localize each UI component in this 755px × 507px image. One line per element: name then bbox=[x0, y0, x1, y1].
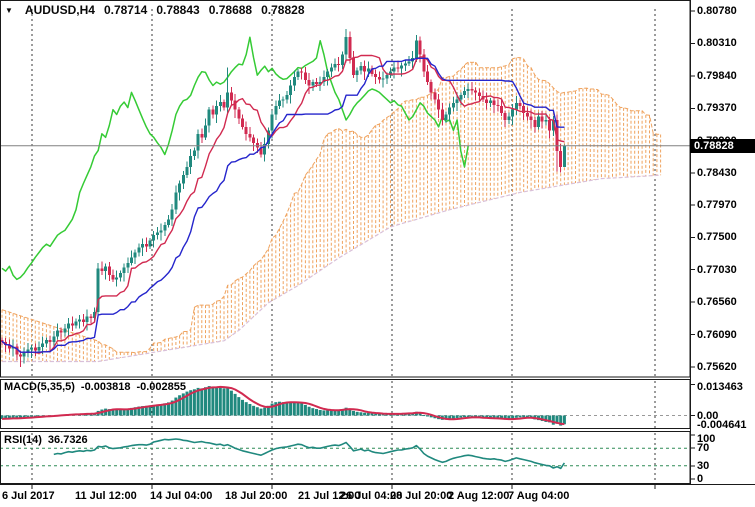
time-axis-label: 14 Jul 04:00 bbox=[150, 490, 212, 502]
price-axis-label: 0.75620 bbox=[697, 361, 737, 373]
price-axis-label: 0.77030 bbox=[697, 264, 737, 276]
macd-signal-value: -0.002855 bbox=[136, 381, 186, 393]
ichimoku-cloud-layer bbox=[2, 58, 661, 362]
dropdown-triangle-icon[interactable]: ▼ bbox=[5, 6, 13, 15]
rsi-layer bbox=[0, 439, 690, 468]
chart-window: ▼ AUDUSD,H4 0.78714 0.78843 0.78688 0.78… bbox=[0, 0, 755, 507]
macd-indicator-label: MACD(5,35,5) -0.003818 -0.002855 bbox=[4, 381, 186, 393]
rsi-axis-label: 0 bbox=[697, 473, 703, 485]
price-axis-label: 0.78430 bbox=[697, 167, 737, 179]
rsi-name: RSI(14) bbox=[4, 434, 42, 446]
ohlc-close: 0.78828 bbox=[261, 3, 304, 17]
time-axis-label: 28 Jul 20:00 bbox=[390, 490, 452, 502]
chart-canvas[interactable] bbox=[0, 0, 755, 507]
price-axis-label: 0.77970 bbox=[697, 199, 737, 211]
rsi-axis-label: 30 bbox=[697, 460, 709, 472]
panel-frames bbox=[0, 0, 755, 489]
price-axis-label: 0.80780 bbox=[697, 5, 737, 17]
price-axis-label: 0.80310 bbox=[697, 37, 737, 49]
ohlc-open: 0.78714 bbox=[104, 3, 147, 17]
macd-axis-label: -0.004641 bbox=[697, 419, 747, 431]
ohlc-high: 0.78843 bbox=[156, 3, 199, 17]
symbol-period-label: AUDUSD,H4 bbox=[25, 3, 95, 17]
macd-main-value: -0.003818 bbox=[81, 381, 131, 393]
time-axis-label: 7 Aug 04:00 bbox=[508, 490, 569, 502]
price-axis-label: 0.76560 bbox=[697, 296, 737, 308]
ohlc-low: 0.78688 bbox=[209, 3, 252, 17]
time-axis-label: 18 Jul 20:00 bbox=[225, 490, 287, 502]
price-axis-label: 0.76090 bbox=[697, 329, 737, 341]
rsi-indicator-label: RSI(14) 36.7326 bbox=[4, 434, 88, 446]
macd-axis-label: 0.013463 bbox=[697, 381, 743, 393]
rsi-axis-label: 70 bbox=[697, 442, 709, 454]
time-axis-label: 6 Jul 2017 bbox=[2, 490, 55, 502]
time-axis-label: 2 Aug 12:00 bbox=[448, 490, 509, 502]
rsi-value: 36.7326 bbox=[48, 434, 88, 446]
price-axis-label: 0.79370 bbox=[697, 102, 737, 114]
current-price-badge: 0.78828 bbox=[690, 139, 755, 153]
time-axis-label: 11 Jul 12:00 bbox=[75, 490, 137, 502]
price-axis-label: 0.77500 bbox=[697, 231, 737, 243]
price-axis-label: 0.79840 bbox=[697, 70, 737, 82]
chart-title-bar: ▼ AUDUSD,H4 0.78714 0.78843 0.78688 0.78… bbox=[5, 3, 305, 17]
macd-name: MACD(5,35,5) bbox=[4, 381, 75, 393]
